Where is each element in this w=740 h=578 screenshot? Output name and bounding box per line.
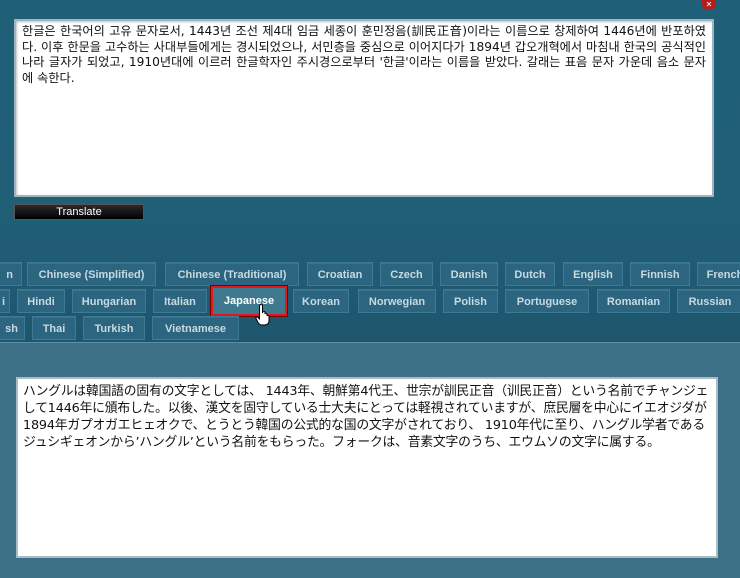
lang-button-danish[interactable]: Danish [440,262,498,286]
lang-button-thai[interactable]: Thai [32,316,76,340]
lang-button-partial-1[interactable]: n [0,262,22,286]
result-text-area[interactable]: ハングルは韓国語の固有の文字としては、 1443年、朝鮮第4代王、世宗が訓民正音… [16,377,718,558]
lang-button-chinese-traditional[interactable]: Chinese (Traditional) [165,262,299,286]
lang-button-polish[interactable]: Polish [443,289,498,313]
lang-button-dutch[interactable]: Dutch [505,262,555,286]
lang-button-czech[interactable]: Czech [380,262,433,286]
lang-button-romanian[interactable]: Romanian [597,289,670,313]
lang-button-french[interactable]: French [697,262,740,286]
lang-button-hungarian[interactable]: Hungarian [72,289,146,313]
lang-button-finnish[interactable]: Finnish [630,262,690,286]
hand-cursor-icon [255,304,270,326]
lang-button-chinese-simplified[interactable]: Chinese (Simplified) [27,262,156,286]
lang-button-italian[interactable]: Italian [153,289,207,313]
lang-button-croatian[interactable]: Croatian [307,262,373,286]
source-text-area[interactable]: 한글은 한국어의 고유 문자로서, 1443년 조선 제4대 임금 세종이 훈민… [14,19,714,197]
lang-button-japanese[interactable]: Japanese [211,286,287,316]
lang-button-hindi[interactable]: Hindi [17,289,65,313]
lang-button-russian[interactable]: Russian [677,289,740,313]
lang-button-partial-3[interactable]: sh [0,316,25,340]
language-row-3: sh Thai Turkish Vietnamese [0,316,740,340]
lang-button-vietnamese[interactable]: Vietnamese [152,316,239,340]
lang-button-partial-2[interactable]: i [0,289,10,313]
lang-button-english[interactable]: English [563,262,623,286]
lang-button-korean[interactable]: Korean [293,289,349,313]
lang-button-portuguese[interactable]: Portuguese [505,289,589,313]
language-row-2: i Hindi Hungarian Italian Japanese Korea… [0,286,740,316]
language-row-1: n Chinese (Simplified) Chinese (Traditio… [0,262,740,286]
translate-button[interactable]: Translate [14,204,144,220]
close-icon[interactable]: ✕ [702,0,716,10]
lang-button-norwegian[interactable]: Norwegian [358,289,436,313]
lang-button-turkish[interactable]: Turkish [83,316,145,340]
